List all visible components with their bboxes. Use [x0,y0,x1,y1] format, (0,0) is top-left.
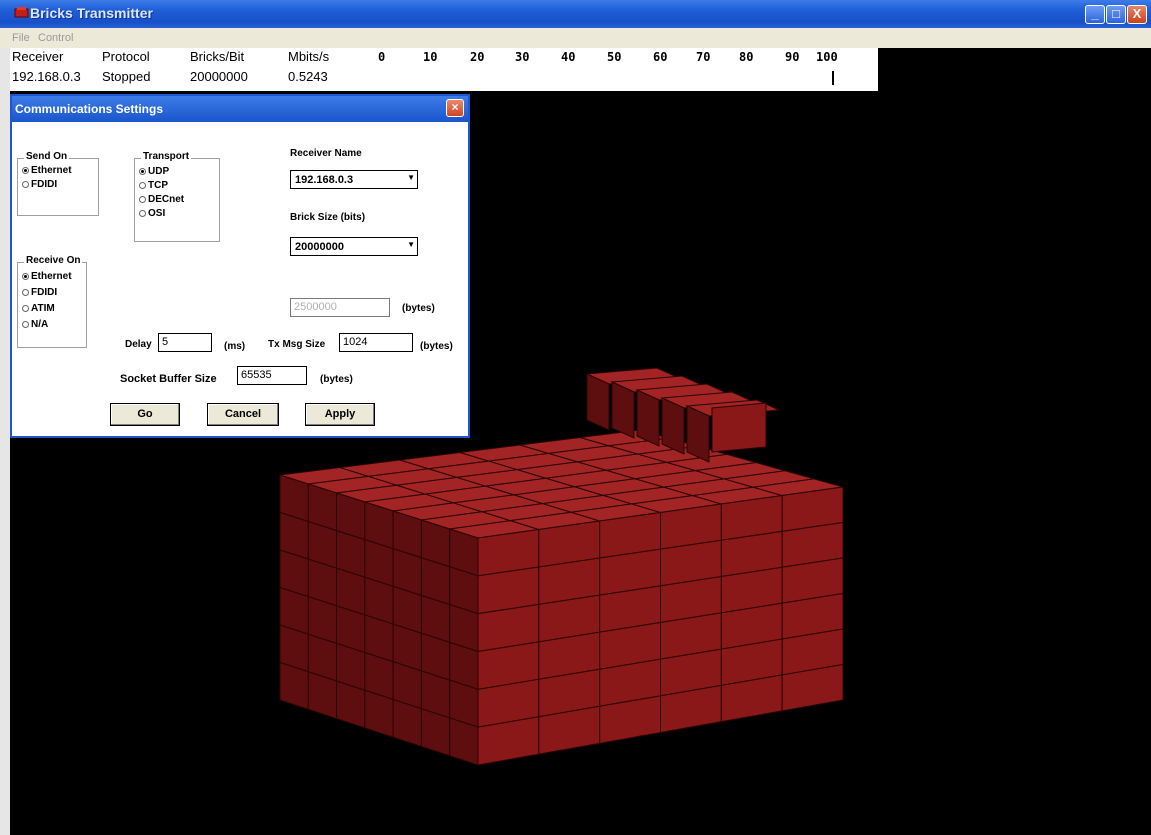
mbits-header: Mbits/s [288,49,330,64]
radio-label: FDIDI [31,287,58,298]
radio-icon [22,321,29,328]
menu-bar: File Control [0,28,1151,48]
radio-selected-icon [139,168,146,175]
scale-tick: 60 [653,50,668,64]
brick-size-value: 20000000 [295,241,344,253]
close-button[interactable]: X [1127,5,1147,24]
apply-button[interactable]: Apply [305,403,375,426]
radio-selected-icon [22,273,29,280]
radio-label: Ethernet [31,165,72,176]
tx-msg-size-input[interactable]: 1024 [339,333,413,352]
scale-tick: 20 [470,50,485,64]
scale-tick: 30 [515,50,530,64]
window-title: Bricks Transmitter [30,5,153,21]
radio-icon [139,196,146,203]
receiver-value: 192.168.0.3 [12,69,81,84]
protocol-header: Protocol [102,49,150,64]
radio-icon [22,289,29,296]
receive-on-label: Receive On [24,255,83,266]
scale-tick: 40 [561,50,576,64]
red-brick-icon [14,7,29,18]
delay-unit: (ms) [224,341,246,352]
stack-brick-side [586,373,610,431]
receiver-name-value: 192.168.0.3 [295,174,354,186]
transport-osi-radio[interactable]: OSI [139,208,165,219]
window-titlebar[interactable]: Bricks Transmitter _ □ X [0,0,1151,28]
status-panel: Receiver Protocol Bricks/Bit Mbits/s 192… [10,48,878,91]
radio-label: UDP [148,166,170,177]
radio-icon [22,305,29,312]
bricks-per-bit-value: 20000000 [190,69,248,84]
send-on-ethernet-radio[interactable]: Ethernet [22,165,72,176]
scale-tick: 70 [696,50,711,64]
communications-settings-dialog: Communications Settings × Send On Ethern… [10,94,470,438]
scale-tick: 90 [785,50,800,64]
chevron-down-icon: ▼ [407,240,415,249]
radio-label: TCP [148,180,168,191]
transport-label: Transport [141,151,192,162]
brick-bytes-field: 2500000 [290,298,390,317]
brick-size-dropdown[interactable]: 20000000 ▼ [290,237,418,256]
receiver-name-dropdown[interactable]: 192.168.0.3 ▼ [290,170,418,189]
menu-file[interactable]: File [12,32,30,44]
window-left-border [0,48,10,835]
radio-icon [139,182,146,189]
scale-tick: 0 [378,50,386,64]
scale-tick: 10 [423,50,438,64]
transport-group: Transport UDP TCP DECnet OSI [134,151,220,242]
transport-udp-radio[interactable]: UDP [139,166,169,177]
receiver-header: Receiver [12,49,64,64]
send-on-label: Send On [24,151,70,162]
radio-icon [22,181,29,188]
brick-bytes-unit: (bytes) [402,303,435,314]
stack-brick-side [611,381,635,439]
radio-label: OSI [148,208,166,219]
send-on-fdidi-radio[interactable]: FDIDI [22,179,57,190]
socket-buffer-label: Socket Buffer Size [120,373,217,385]
scale-tick: 100 [816,50,838,64]
socket-buffer-input[interactable]: 65535 [237,366,307,385]
protocol-value: Stopped [102,69,151,84]
brick-size-label: Brick Size (bits) [290,212,366,223]
receive-on-group: Receive On Ethernet FDIDI ATIM N/A [17,255,87,348]
menu-control[interactable]: Control [38,32,73,44]
radio-label: ATIM [31,303,55,314]
receive-on-atim-radio[interactable]: ATIM [22,303,55,314]
radio-label: Ethernet [31,271,72,282]
dialog-title: Communications Settings [15,102,164,116]
cancel-button[interactable]: Cancel [207,403,279,426]
bricks-per-bit-header: Bricks/Bit [190,49,245,64]
mbits-value: 0.5243 [288,69,328,84]
dialog-close-button[interactable]: × [446,99,464,117]
stack-brick-side [686,405,710,463]
stack-brick-side [661,397,685,455]
tx-msg-size-label: Tx Msg Size [268,339,326,350]
radio-label: N/A [31,319,49,330]
go-button[interactable]: Go [110,403,180,426]
delay-input[interactable]: 5 [158,333,212,352]
minimize-button[interactable]: _ [1085,5,1105,24]
radio-label: DECnet [148,194,185,205]
socket-buffer-unit: (bytes) [320,374,353,385]
receive-on-ethernet-radio[interactable]: Ethernet [22,271,72,282]
radio-icon [139,210,146,217]
receive-on-na-radio[interactable]: N/A [22,319,48,330]
delay-label: Delay [125,339,152,350]
tx-msg-size-unit: (bytes) [420,341,453,352]
stack-brick-front [711,402,767,453]
transport-decnet-radio[interactable]: DECnet [139,194,184,205]
chevron-down-icon: ▼ [407,173,415,182]
receiver-name-label: Receiver Name [290,148,362,159]
progress-marker [832,71,834,85]
radio-label: FDIDI [31,179,58,190]
send-on-group: Send On Ethernet FDIDI [17,151,99,216]
transport-tcp-radio[interactable]: TCP [139,180,168,191]
receive-on-fdidi-radio[interactable]: FDIDI [22,287,57,298]
scale-tick: 80 [739,50,754,64]
stack-brick-side [636,389,660,447]
maximize-button[interactable]: □ [1106,5,1126,24]
dialog-titlebar[interactable]: Communications Settings × [12,96,468,122]
radio-selected-icon [22,167,29,174]
scale-tick: 50 [607,50,622,64]
